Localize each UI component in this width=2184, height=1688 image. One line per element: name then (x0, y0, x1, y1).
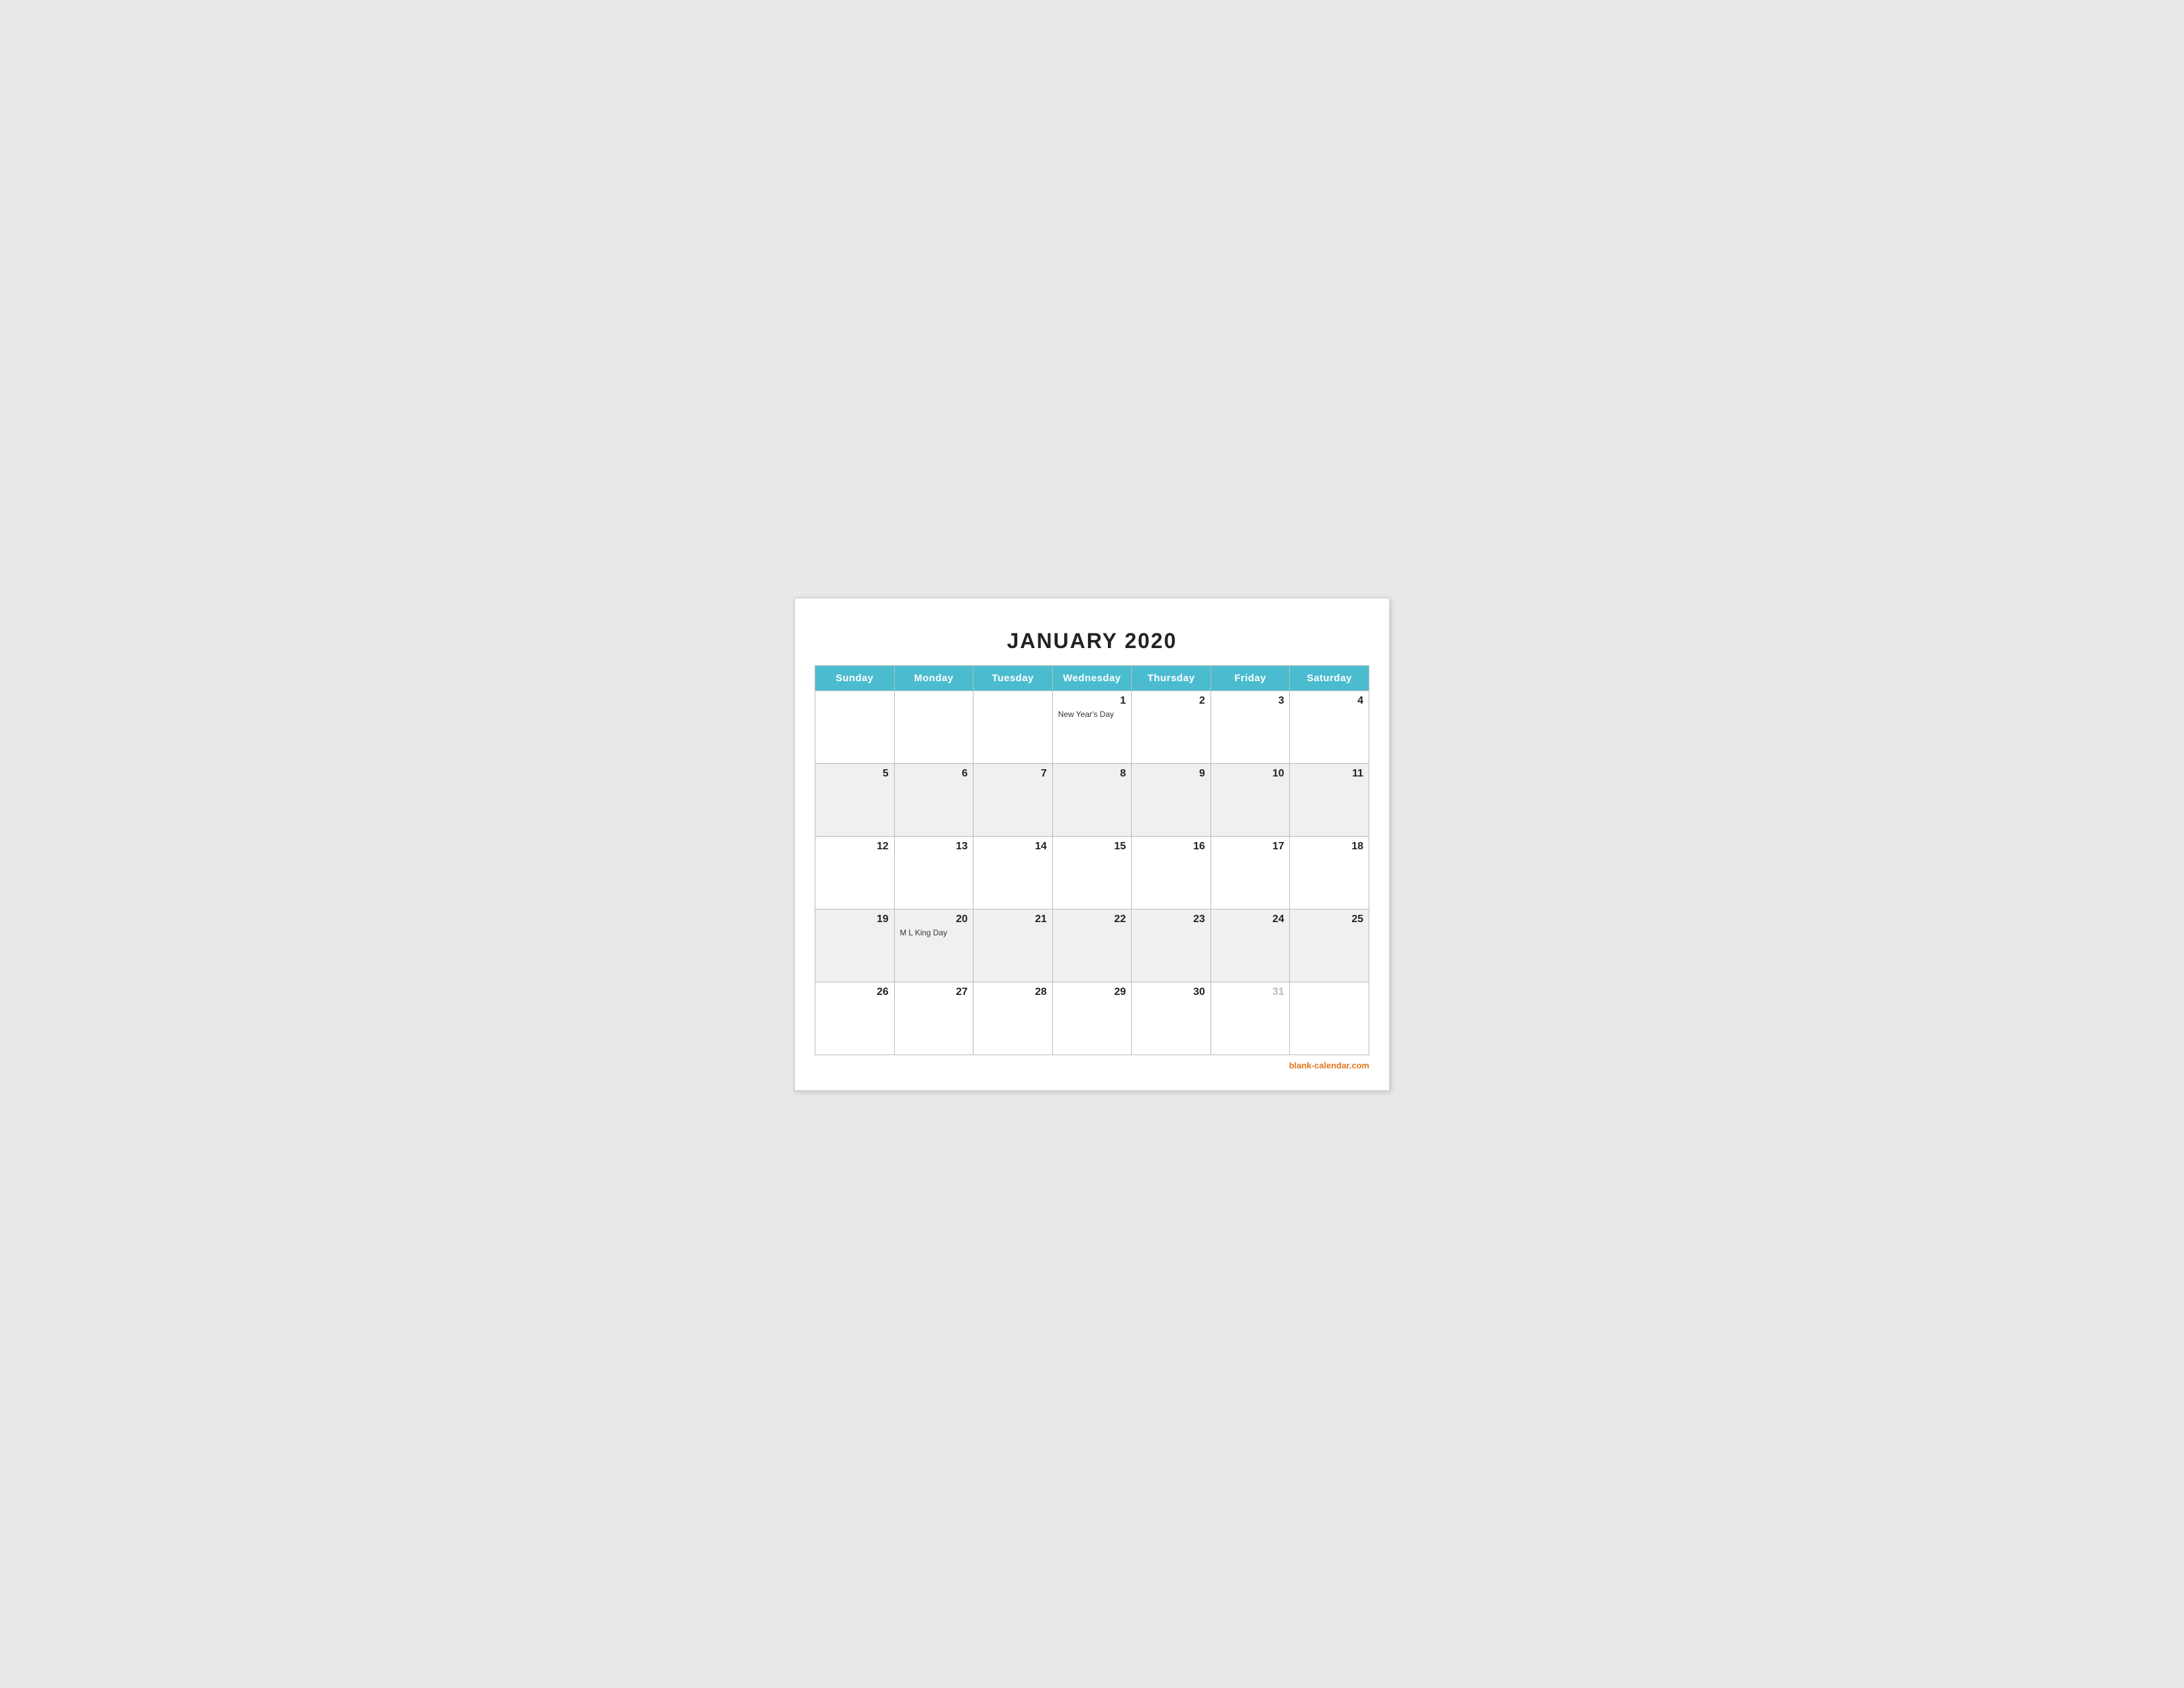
calendar-week-row: 19 20 M L King Day 21 22 23 24 25 (815, 909, 1369, 982)
day-header-thursday: Thursday (1132, 665, 1211, 690)
day-header-saturday: Saturday (1290, 665, 1369, 690)
calendar-cell: 29 (1052, 982, 1132, 1055)
date-number: 23 (1137, 914, 1205, 925)
calendar-cell: 12 (815, 836, 895, 909)
date-number: 19 (821, 914, 889, 925)
date-number: 6 (900, 768, 968, 780)
date-number: 5 (821, 768, 889, 780)
date-number: 15 (1058, 841, 1126, 853)
date-number: 11 (1295, 768, 1363, 780)
calendar-cell: 31 (1210, 982, 1290, 1055)
calendar-cell: 27 (894, 982, 974, 1055)
calendar-cell: 16 (1132, 836, 1211, 909)
calendar-table: SundayMondayTuesdayWednesdayThursdayFrid… (815, 665, 1369, 1055)
day-header-monday: Monday (894, 665, 974, 690)
calendar-cell (974, 690, 1053, 763)
calendar-week-row: 26 27 28 29 30 31 (815, 982, 1369, 1055)
day-header-wednesday: Wednesday (1052, 665, 1132, 690)
calendar-cell: 21 (974, 909, 1053, 982)
calendar-cell: 25 (1290, 909, 1369, 982)
date-number: 9 (1137, 768, 1205, 780)
date-number: 31 (1216, 986, 1285, 998)
date-number: 20 (900, 914, 968, 925)
calendar-cell: 4 (1290, 690, 1369, 763)
calendar-cell: 17 (1210, 836, 1290, 909)
date-number: 12 (821, 841, 889, 853)
day-header-tuesday: Tuesday (974, 665, 1053, 690)
date-number: 24 (1216, 914, 1285, 925)
calendar-cell: 14 (974, 836, 1053, 909)
calendar-cell: 20 M L King Day (894, 909, 974, 982)
calendar-cell: 8 (1052, 763, 1132, 836)
calendar-cell: 18 (1290, 836, 1369, 909)
date-number: 4 (1295, 695, 1363, 707)
date-number: 22 (1058, 914, 1126, 925)
calendar-week-row: 12 13 14 15 16 17 18 (815, 836, 1369, 909)
date-number: 14 (979, 841, 1047, 853)
calendar-cell: 28 (974, 982, 1053, 1055)
event-label: New Year's Day (1058, 710, 1126, 719)
header-row: SundayMondayTuesdayWednesdayThursdayFrid… (815, 665, 1369, 690)
date-number: 8 (1058, 768, 1126, 780)
date-number: 30 (1137, 986, 1205, 998)
date-number: 25 (1295, 914, 1363, 925)
calendar-cell: 13 (894, 836, 974, 909)
calendar-cell: 7 (974, 763, 1053, 836)
calendar-cell: 19 (815, 909, 895, 982)
calendar-cell: 2 (1132, 690, 1211, 763)
calendar-cell: 24 (1210, 909, 1290, 982)
date-number: 18 (1295, 841, 1363, 853)
date-number: 13 (900, 841, 968, 853)
day-header-friday: Friday (1210, 665, 1290, 690)
calendar-week-row: 1 New Year's Day 234 (815, 690, 1369, 763)
calendar-cell: 1 New Year's Day (1052, 690, 1132, 763)
calendar-cell: 15 (1052, 836, 1132, 909)
calendar-cell: 5 (815, 763, 895, 836)
date-number: 27 (900, 986, 968, 998)
date-number: 29 (1058, 986, 1126, 998)
date-number: 1 (1058, 695, 1126, 707)
calendar-cell: 23 (1132, 909, 1211, 982)
calendar-cell: 6 (894, 763, 974, 836)
calendar-title: JANUARY 2020 (815, 618, 1369, 665)
date-number: 26 (821, 986, 889, 998)
date-number: 7 (979, 768, 1047, 780)
date-number: 28 (979, 986, 1047, 998)
calendar-cell: 26 (815, 982, 895, 1055)
calendar-cell: 9 (1132, 763, 1211, 836)
date-number: 21 (979, 914, 1047, 925)
calendar-cell: 30 (1132, 982, 1211, 1055)
calendar-cell: 10 (1210, 763, 1290, 836)
calendar-week-row: 56789 10 11 (815, 763, 1369, 836)
calendar-cell: 3 (1210, 690, 1290, 763)
calendar-cell (1290, 982, 1369, 1055)
calendar-cell (894, 690, 974, 763)
calendar-cell (815, 690, 895, 763)
date-number: 16 (1137, 841, 1205, 853)
date-number: 3 (1216, 695, 1285, 707)
calendar-cell: 11 (1290, 763, 1369, 836)
footer-link[interactable]: blank-calendar.com (815, 1060, 1369, 1070)
calendar-page: JANUARY 2020 SundayMondayTuesdayWednesda… (794, 598, 1390, 1091)
event-label: M L King Day (900, 928, 968, 937)
date-number: 17 (1216, 841, 1285, 853)
date-number: 2 (1137, 695, 1205, 707)
calendar-cell: 22 (1052, 909, 1132, 982)
day-header-sunday: Sunday (815, 665, 895, 690)
date-number: 10 (1216, 768, 1285, 780)
